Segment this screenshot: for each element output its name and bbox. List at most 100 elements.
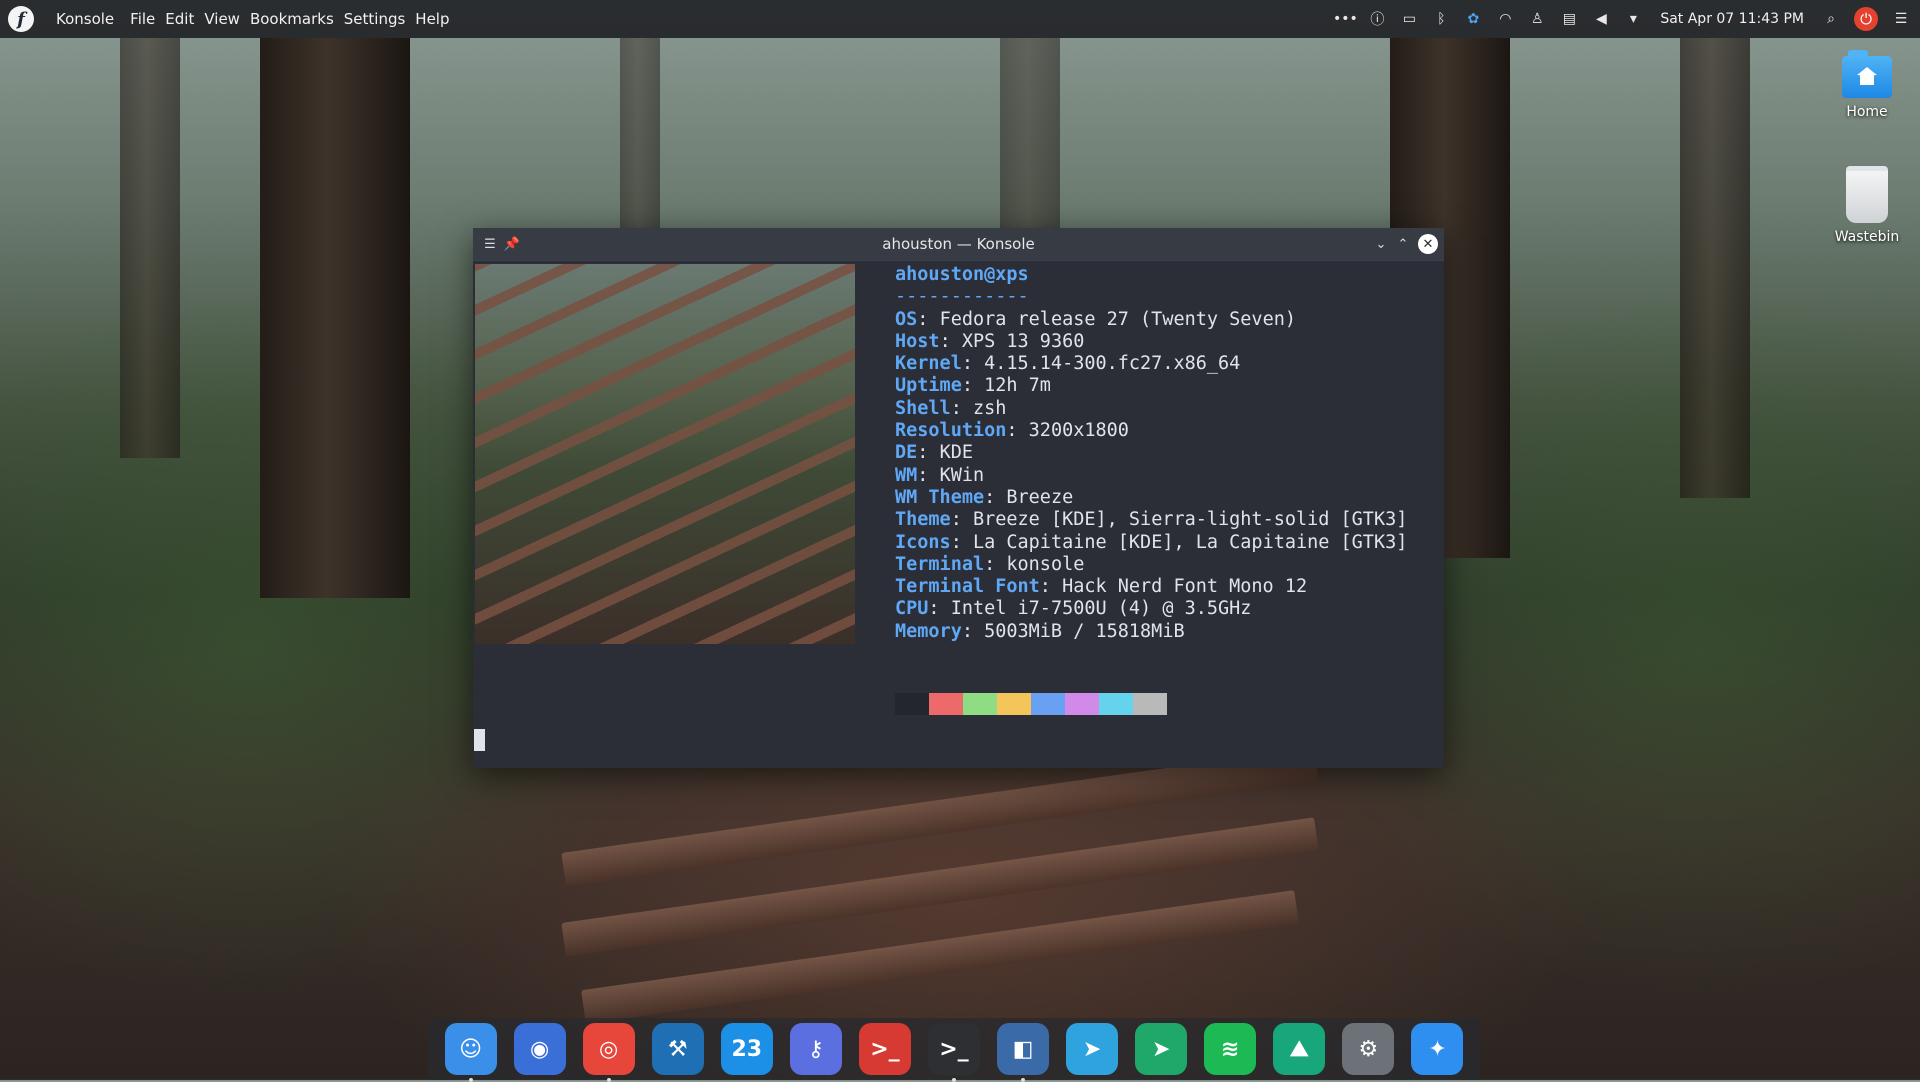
close-button[interactable]: ✕ xyxy=(1418,234,1438,254)
hamburger-menu-icon[interactable]: ☰ xyxy=(1892,10,1910,28)
info-icon[interactable]: ⓘ xyxy=(1368,10,1386,28)
neofetch-row: CPU: Intel i7-7500U (4) @ 3.5GHz xyxy=(895,598,1252,620)
dock-icon-glyph: ⚷ xyxy=(807,1036,824,1062)
neofetch-value: 4.15.14-300.fc27.x86_64 xyxy=(984,353,1241,375)
battery-icon[interactable]: ▭ xyxy=(1400,10,1418,28)
wifi-icon[interactable]: ◠ xyxy=(1496,10,1514,28)
more-icon[interactable]: ••• xyxy=(1333,10,1358,28)
neofetch-image xyxy=(475,264,855,644)
dock: ☺ ◉ ◎ ⚒ 23 ⚷ >_ >_ ◧ ➤ ➤ ≋ ⛰ ⚙ ✦ xyxy=(428,1018,1480,1082)
desktop-home-icon[interactable]: Home xyxy=(1822,50,1912,120)
neofetch-key: Terminal Font xyxy=(895,576,1040,598)
background-tree xyxy=(1000,38,1060,228)
search-icon[interactable]: ⌕ xyxy=(1822,10,1840,28)
neofetch-value: 5003MiB / 15818MiB xyxy=(984,620,1185,642)
neofetch-key: OS xyxy=(895,308,918,330)
minimize-button[interactable]: ⌄ xyxy=(1370,233,1392,255)
dock-icon-glyph: ◉ xyxy=(529,1036,550,1062)
vpn-icon[interactable]: ✿ xyxy=(1464,10,1482,28)
firefox-icon[interactable]: ◉ xyxy=(513,1023,566,1075)
background-tree xyxy=(260,38,410,598)
neofetch-value: Breeze [KDE], Sierra-light-solid [GTK3] xyxy=(972,509,1408,531)
folder-home-icon xyxy=(1842,50,1892,98)
neofetch-value: KDE xyxy=(939,442,973,464)
dropdown-icon[interactable]: ▾ xyxy=(1624,10,1642,28)
color-swatch xyxy=(895,693,929,715)
neofetch-value: Hack Nerd Font Mono 12 xyxy=(1062,576,1308,598)
neofetch-row: Terminal: konsole xyxy=(895,553,1085,575)
neofetch-key: Shell xyxy=(895,397,951,419)
color-swatch xyxy=(1133,693,1167,715)
neofetch-row: OS: Fedora release 27 (Twenty Seven) xyxy=(895,308,1296,330)
background-tree xyxy=(1680,38,1750,498)
keys-icon[interactable]: ⚷ xyxy=(789,1023,842,1075)
neofetch-key: Terminal xyxy=(895,553,985,575)
menu-settings[interactable]: Settings xyxy=(344,10,406,28)
menu-bookmarks[interactable]: Bookmarks xyxy=(250,10,334,28)
menu-file[interactable]: File xyxy=(130,10,155,28)
dock-icon-glyph: ➤ xyxy=(1082,1036,1102,1062)
user-icon[interactable]: ♙ xyxy=(1528,10,1546,28)
neofetch-row: Memory: 5003MiB / 15818MiB xyxy=(895,620,1185,642)
system-monitor-icon[interactable]: ⛰ xyxy=(1273,1023,1326,1075)
finder-icon[interactable]: ☺ xyxy=(444,1023,497,1082)
dock-icon-glyph: ⚙ xyxy=(1358,1036,1379,1062)
maximize-button[interactable]: ⌃ xyxy=(1392,233,1414,255)
terminal-icon[interactable]: >_ xyxy=(927,1023,980,1082)
terminal-area[interactable]: ahouston@xps ------------ OS: Fedora relea… xyxy=(473,261,1444,769)
desktop-icon-label: Wastebin xyxy=(1834,229,1900,245)
dock-icon-glyph: >_ xyxy=(870,1036,900,1062)
xcode-icon[interactable]: ⚒ xyxy=(651,1023,704,1075)
power-icon[interactable]: ⏻ xyxy=(1854,7,1878,31)
dock-icon-glyph: ≋ xyxy=(1221,1036,1240,1062)
neofetch-row: Terminal Font: Hack Nerd Font Mono 12 xyxy=(895,576,1308,598)
dock-icon-glyph: ⛰ xyxy=(1290,1036,1309,1062)
top-panel: f Konsole File Edit View Bookmarks Setti… xyxy=(0,0,1920,38)
color-swatch xyxy=(1099,693,1133,715)
color-swatch xyxy=(1065,693,1099,715)
running-indicator xyxy=(468,1078,473,1082)
telegram-icon[interactable]: ➤ xyxy=(1066,1023,1119,1075)
neofetch-row: Resolution: 3200x1800 xyxy=(895,420,1129,442)
clock[interactable]: Sat Apr 07 11:43 PM xyxy=(1660,11,1804,27)
chrome-icon[interactable]: ◎ xyxy=(582,1023,635,1082)
spotify-icon[interactable]: ≋ xyxy=(1204,1023,1257,1075)
settings-icon[interactable]: ⚙ xyxy=(1342,1023,1395,1075)
menu-view[interactable]: View xyxy=(204,10,240,28)
neofetch-key: WM Theme xyxy=(895,486,985,508)
desktop-icon-label: Home xyxy=(1846,104,1888,120)
color-swatch xyxy=(1031,693,1065,715)
menu-edit[interactable]: Edit xyxy=(165,10,194,28)
vscode-icon[interactable]: ◧ xyxy=(997,1023,1050,1082)
neofetch-key: DE xyxy=(895,442,918,464)
calendar-icon[interactable]: 23 xyxy=(720,1023,773,1075)
neofetch-key: Uptime xyxy=(895,375,962,397)
neofetch-row: WM Theme: Breeze xyxy=(895,486,1074,508)
background-tree xyxy=(120,38,180,458)
pin-icon[interactable]: 📌 xyxy=(501,233,523,255)
volume-icon[interactable]: ◀ xyxy=(1592,10,1610,28)
clipboard-icon[interactable]: ▤ xyxy=(1560,10,1578,28)
dock-icon-glyph: ☺ xyxy=(459,1036,482,1062)
neofetch-key: Kernel xyxy=(895,353,962,375)
send-icon[interactable]: ➤ xyxy=(1135,1023,1188,1075)
terminal-red-icon[interactable]: >_ xyxy=(858,1023,911,1075)
running-indicator xyxy=(951,1078,956,1082)
neofetch-value: KWin xyxy=(939,464,985,486)
neofetch-row: DE: KDE xyxy=(895,442,973,464)
menu-help[interactable]: Help xyxy=(415,10,449,28)
desktop-wastebin-icon[interactable]: Wastebin xyxy=(1822,166,1912,245)
bluetooth-icon[interactable]: ᛒ xyxy=(1432,10,1450,28)
neofetch-row: Kernel: 4.15.14-300.fc27.x86_64 xyxy=(895,353,1241,375)
dock-icon-glyph: ✦ xyxy=(1428,1036,1447,1062)
window-menu-icon[interactable]: ☰ xyxy=(479,233,501,255)
neofetch-key: Icons xyxy=(895,531,951,553)
neofetch-value: zsh xyxy=(972,397,1007,419)
neofetch-key: CPU xyxy=(895,598,929,620)
dock-icon-glyph: ◧ xyxy=(1012,1036,1034,1062)
window-titlebar[interactable]: ☰ 📌 ahouston — Konsole ⌄ ⌃ ✕ xyxy=(473,228,1444,261)
kde-connect-icon[interactable]: ✦ xyxy=(1411,1023,1464,1075)
neofetch-key: Memory xyxy=(895,620,962,642)
dock-icon-glyph: ➤ xyxy=(1151,1036,1171,1062)
fedora-logo-icon[interactable]: f xyxy=(8,6,34,32)
